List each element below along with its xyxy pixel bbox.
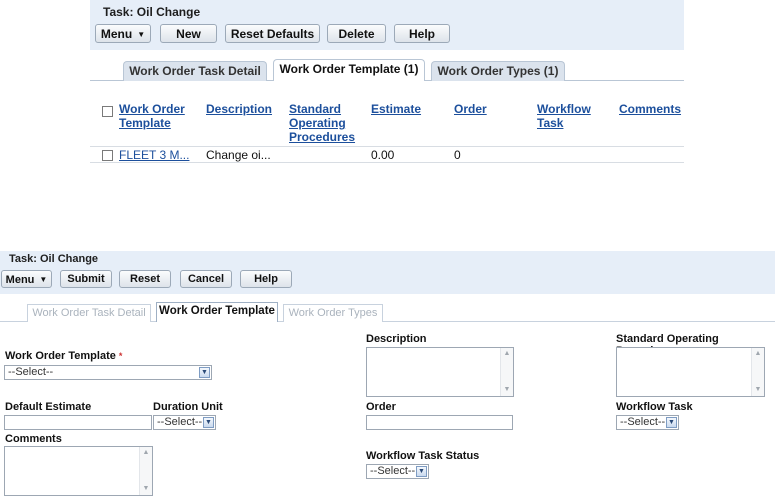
new-button[interactable]: New	[160, 24, 217, 43]
row-order: 0	[454, 148, 461, 162]
reset-defaults-button[interactable]: Reset Defaults	[225, 24, 320, 43]
comments-textarea[interactable]: ▲ ▼	[4, 446, 153, 496]
col-description[interactable]: Description	[206, 102, 272, 116]
description-label: Description	[366, 333, 427, 345]
submit-button[interactable]: Submit	[60, 270, 112, 288]
order-label: Order	[366, 401, 396, 413]
scroll-down-icon[interactable]: ▼	[141, 484, 151, 494]
scroll-down-icon[interactable]: ▼	[753, 385, 763, 395]
bottom-menu-button[interactable]: Menu ▼	[1, 270, 52, 288]
workflow-task-select[interactable]: --Select-- ▼	[616, 415, 679, 430]
workflow-task-status-select[interactable]: --Select-- ▼	[366, 464, 429, 479]
col-standard-operating-procedures[interactable]: Standard Operating Procedures	[289, 102, 359, 144]
top-page-title: Task: Oil Change	[103, 5, 201, 19]
tab-work-order-template-active[interactable]: Work Order Template	[156, 302, 278, 322]
top-menu-label: Menu	[100, 27, 133, 41]
default-estimate-input[interactable]	[4, 415, 152, 430]
order-input[interactable]	[366, 415, 513, 430]
top-menu-button[interactable]: Menu ▼	[95, 24, 151, 43]
col-estimate[interactable]: Estimate	[371, 102, 421, 116]
work-order-template-select[interactable]: --Select-- ▼	[4, 365, 212, 380]
row-checkbox[interactable]	[102, 150, 113, 161]
chevron-down-icon: ▼	[666, 417, 677, 428]
sop-scrollbar[interactable]: ▲ ▼	[751, 348, 764, 396]
col-comments[interactable]: Comments	[619, 102, 681, 116]
tab-work-order-types[interactable]: Work Order Types (1)	[431, 61, 565, 81]
table-header: Work Order Template Description Standard…	[90, 94, 684, 146]
chevron-down-icon: ▼	[203, 417, 214, 428]
select-all-checkbox[interactable]	[102, 106, 113, 117]
caret-down-icon: ▼	[39, 275, 48, 284]
cancel-button[interactable]: Cancel	[180, 270, 232, 288]
row-estimate: 0.00	[371, 148, 395, 162]
scroll-up-icon[interactable]: ▲	[502, 349, 512, 359]
row-divider	[90, 146, 684, 147]
row-description: Change oi...	[206, 148, 271, 162]
duration-unit-select[interactable]: --Select-- ▼	[153, 415, 216, 430]
comments-label: Comments	[5, 433, 62, 445]
delete-button[interactable]: Delete	[327, 24, 386, 43]
sop-textarea[interactable]: ▲ ▼	[616, 347, 765, 397]
description-textarea[interactable]: ▲ ▼	[366, 347, 514, 397]
comments-scrollbar[interactable]: ▲ ▼	[139, 447, 152, 495]
scroll-down-icon[interactable]: ▼	[502, 385, 512, 395]
scroll-up-icon[interactable]: ▲	[141, 448, 151, 458]
default-estimate-label: Default Estimate	[5, 401, 92, 413]
tab-work-order-task-detail-disabled: Work Order Task Detail	[27, 304, 151, 322]
bottom-menu-label: Menu	[5, 274, 35, 286]
tab-work-order-types-disabled: Work Order Types	[283, 304, 383, 322]
bottom-header-bar	[0, 251, 775, 294]
col-order[interactable]: Order	[454, 102, 487, 116]
chevron-down-icon: ▼	[416, 466, 427, 477]
required-marker: *	[118, 351, 123, 361]
tab-work-order-template[interactable]: Work Order Template (1)	[273, 59, 425, 81]
scroll-up-icon[interactable]: ▲	[753, 349, 763, 359]
duration-unit-label: Duration Unit	[153, 401, 223, 413]
row-work-order-template-link[interactable]: FLEET 3 M...	[119, 148, 189, 162]
bottom-help-button[interactable]: Help	[240, 270, 292, 288]
tab-work-order-task-detail[interactable]: Work Order Task Detail	[123, 61, 267, 81]
work-order-template-label: Work Order Template *	[5, 350, 123, 362]
caret-down-icon: ▼	[137, 30, 146, 39]
col-workflow-task[interactable]: Workflow Task	[537, 102, 597, 130]
col-work-order-template[interactable]: Work Order Template	[119, 102, 189, 130]
bottom-page-title: Task: Oil Change	[9, 253, 99, 265]
reset-button[interactable]: Reset	[119, 270, 171, 288]
top-help-button[interactable]: Help	[394, 24, 450, 43]
workflow-task-label: Workflow Task	[616, 401, 693, 413]
description-scrollbar[interactable]: ▲ ▼	[500, 348, 513, 396]
row-bottom-line	[90, 162, 684, 163]
chevron-down-icon: ▼	[199, 367, 210, 378]
workflow-task-status-label: Workflow Task Status	[366, 450, 480, 462]
